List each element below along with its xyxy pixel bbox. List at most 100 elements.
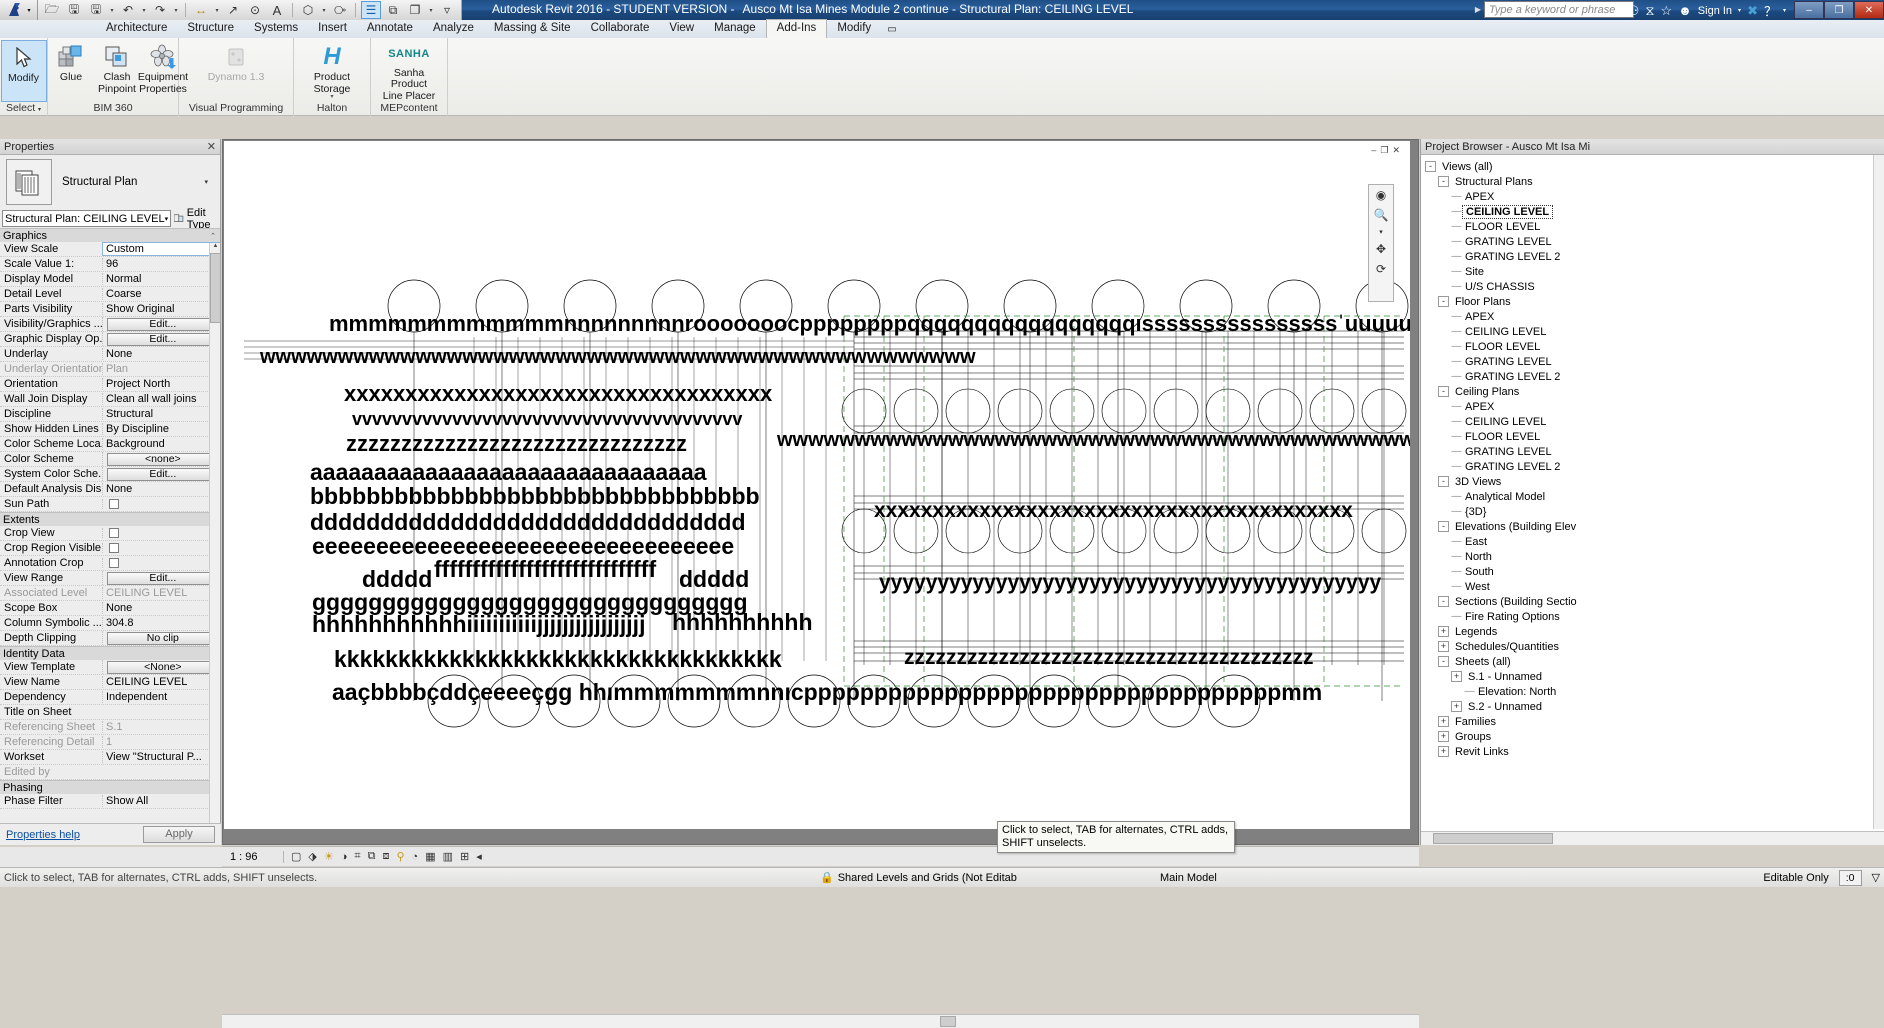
property-row[interactable]: Annotation Crop: [0, 556, 220, 571]
plan-annotation-text[interactable]: aaçbbbbçddçeeeeçgg hhımmmmmmmnnıcppppppp…: [332, 679, 1322, 706]
plan-annotation-text[interactable]: kkkkkkkkkkkkkkkkkkkkkkkkkkkkkkkkkkk: [334, 646, 782, 673]
plan-annotation-text[interactable]: yyyyyyyyyyyyyyyyyyyyyyyyyyyyyyyyyyyyyyyy…: [879, 571, 1381, 595]
analytical-model-icon[interactable]: ▥: [443, 850, 453, 863]
browser-horizontal-scrollbar[interactable]: [1421, 831, 1884, 845]
crop-view-icon[interactable]: ⧉: [368, 850, 376, 863]
infocenter-search[interactable]: ▶ Type a keyword or phrase: [1475, 1, 1634, 18]
property-row[interactable]: Color Scheme <none>: [0, 452, 220, 467]
browser-node-legends[interactable]: + Legends: [1425, 624, 1884, 639]
property-edit-button[interactable]: Edit...: [107, 572, 219, 585]
property-row[interactable]: Sun Path: [0, 497, 220, 512]
ribbon-tab-collaborate[interactable]: Collaborate: [581, 20, 660, 38]
browser-node-u-s-chassis[interactable]: — U/S CHASSIS: [1425, 279, 1884, 294]
collapse-icon[interactable]: -: [1438, 656, 1449, 667]
sun-path-icon[interactable]: ☀: [324, 850, 334, 863]
property-row[interactable]: Show Hidden Lines By Discipline: [0, 422, 220, 437]
property-value[interactable]: <None>: [102, 660, 220, 674]
collapse-icon[interactable]: -: [1438, 596, 1449, 607]
property-value[interactable]: Edit...: [102, 467, 220, 481]
ribbon-tab-manage[interactable]: Manage: [704, 20, 766, 38]
help-icon[interactable]: ？: [1764, 1, 1777, 20]
property-value[interactable]: [102, 528, 220, 538]
browser-node-sheets-all[interactable]: - Sheets (all): [1425, 654, 1884, 669]
property-value[interactable]: Edit...: [102, 571, 220, 585]
property-value[interactable]: Coarse: [102, 288, 220, 300]
collapse-icon[interactable]: -: [1438, 476, 1449, 487]
browser-node-apex[interactable]: — APEX: [1425, 309, 1884, 324]
property-row[interactable]: Edited by: [0, 765, 220, 780]
plan-annotation-text[interactable]: xxxxxxxxxxxxxxxxxxxxxxxxxxxxxxxxxxxxxxxx…: [874, 499, 1353, 523]
property-edit-button[interactable]: Edit...: [107, 468, 219, 481]
browser-node-elevations-building-elev[interactable]: - Elevations (Building Elev: [1425, 519, 1884, 534]
property-row[interactable]: Referencing Sheet S.1: [0, 720, 220, 735]
property-value[interactable]: Plan: [102, 363, 220, 375]
ribbon-tab-modify[interactable]: Modify: [827, 20, 881, 38]
property-value[interactable]: Background: [102, 438, 220, 450]
zoom-caret-icon[interactable]: ▾: [1379, 228, 1383, 236]
sign-in-caret-icon[interactable]: ▾: [1738, 7, 1741, 14]
browser-scroll-thumb[interactable]: [1433, 833, 1553, 844]
expand-icon[interactable]: +: [1451, 701, 1462, 712]
property-edit-button[interactable]: <None>: [107, 661, 219, 674]
save-icon[interactable]: 🖫: [64, 1, 84, 19]
plan-annotation-text[interactable]: fffffffffffffffffffffffffffff: [434, 556, 656, 583]
property-row[interactable]: Discipline Structural: [0, 407, 220, 422]
plan-annotation-text[interactable]: wwwwwwwwwwwwwwwwwwwwwwwwwwwwwwwwwwwwwwww…: [777, 429, 1410, 452]
status-editable-only[interactable]: Editable Only: [1763, 872, 1828, 884]
ribbon-tab-analyze[interactable]: Analyze: [423, 20, 484, 38]
glue-button[interactable]: Glue: [48, 40, 94, 102]
browser-node-groups[interactable]: + Groups: [1425, 729, 1884, 744]
property-row[interactable]: Display Model Normal: [0, 272, 220, 287]
status-selection-count[interactable]: :0: [1838, 869, 1862, 886]
property-value[interactable]: By Discipline: [102, 423, 220, 435]
property-value[interactable]: 96: [102, 258, 220, 270]
browser-node-revit-links[interactable]: + Revit Links: [1425, 744, 1884, 759]
scroll-up-icon[interactable]: ▲: [211, 243, 220, 252]
undo-icon[interactable]: ↶: [118, 1, 138, 19]
ribbon-tab-annotate[interactable]: Annotate: [357, 20, 423, 38]
property-row[interactable]: Graphic Display Op... Edit...: [0, 332, 220, 347]
aligned-dimension-icon[interactable]: ↗: [223, 1, 243, 19]
browser-node-apex[interactable]: — APEX: [1425, 189, 1884, 204]
panel-select-caret-icon[interactable]: ▾: [38, 107, 41, 113]
customize-qat-icon[interactable]: ▿: [437, 1, 457, 19]
ribbon-tab-architecture[interactable]: Architecture: [96, 20, 177, 38]
property-value[interactable]: View "Structural P...: [102, 751, 220, 763]
browser-node-west[interactable]: — West: [1425, 579, 1884, 594]
property-row[interactable]: View Range Edit...: [0, 571, 220, 586]
pan-icon[interactable]: ✥: [1376, 242, 1386, 256]
property-row[interactable]: Underlay None: [0, 347, 220, 362]
show-crop-region-icon[interactable]: ⧈: [382, 850, 389, 863]
property-group-header-graphics[interactable]: Graphics ⌃: [0, 228, 220, 242]
minimize-button[interactable]: –: [1794, 1, 1824, 19]
plan-annotation-text[interactable]: vvvvvvvvvvvvvvvvvvvvvvvvvvvvvvvvvvvvvvv: [352, 409, 742, 430]
browser-node-north[interactable]: — North: [1425, 549, 1884, 564]
thin-lines-icon[interactable]: ☰: [361, 1, 381, 19]
property-row[interactable]: Wall Join Display Clean all wall joins: [0, 392, 220, 407]
properties-help-link[interactable]: Properties help: [6, 829, 80, 841]
switch-windows-icon[interactable]: ❐: [405, 1, 425, 19]
property-value[interactable]: CEILING LEVEL: [102, 587, 220, 599]
filter-icon[interactable]: ▽: [1872, 871, 1880, 884]
search-expand-icon[interactable]: ▶: [1475, 5, 1481, 14]
favorites-star-icon[interactable]: ☆: [1660, 3, 1672, 19]
property-value[interactable]: <none>: [102, 452, 220, 466]
property-row[interactable]: View Name CEILING LEVEL: [0, 675, 220, 690]
property-row[interactable]: View Template <None>: [0, 660, 220, 675]
collapse-icon[interactable]: -: [1438, 176, 1449, 187]
browser-node-families[interactable]: + Families: [1425, 714, 1884, 729]
view3d-caret-icon[interactable]: ▾: [320, 7, 328, 14]
plan-annotation-text[interactable]: hhhhhhhhhhhiiiiiiiiiiijjjjjjjjjjjjjjjjj: [312, 611, 645, 638]
ribbon-tab-massing-site[interactable]: Massing & Site: [484, 20, 581, 38]
close-icon[interactable]: ✕: [207, 140, 216, 153]
visual-style-icon[interactable]: ⬗: [308, 850, 316, 863]
section-icon[interactable]: ⧂: [330, 1, 350, 19]
property-row[interactable]: Parts Visibility Show Original: [0, 302, 220, 317]
apply-button[interactable]: Apply: [143, 826, 215, 843]
save-as-icon[interactable]: 🖫: [86, 1, 106, 19]
expand-icon[interactable]: +: [1438, 716, 1449, 727]
close-button[interactable]: ✕: [1854, 1, 1884, 19]
property-value[interactable]: None: [102, 348, 220, 360]
property-checkbox[interactable]: [109, 543, 119, 553]
browser-node-3d[interactable]: — {3D}: [1425, 504, 1884, 519]
